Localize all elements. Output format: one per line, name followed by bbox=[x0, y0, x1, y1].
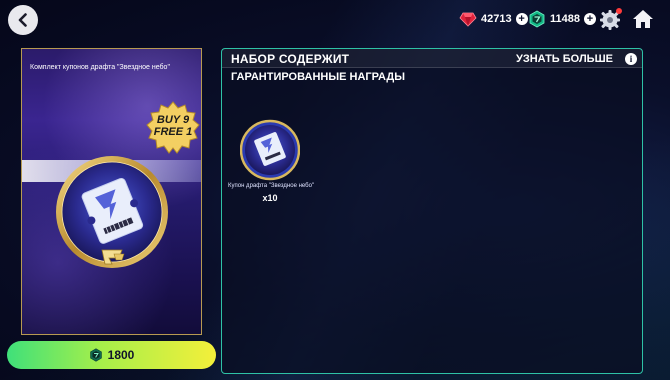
home-icon[interactable] bbox=[632, 8, 654, 30]
points-value: 42713 bbox=[481, 13, 512, 25]
notification-dot bbox=[616, 8, 622, 14]
currency-tokens: 11488 + bbox=[528, 9, 596, 29]
panel-title: НАБОР СОДЕРЖИТ bbox=[231, 52, 350, 66]
tokens-value: 11488 bbox=[550, 13, 580, 25]
info-icon[interactable]: i bbox=[625, 53, 637, 65]
buy-badge-text: BUY 9 FREE 1 bbox=[145, 114, 201, 138]
add-points-button[interactable]: + bbox=[515, 13, 528, 25]
back-button[interactable] bbox=[8, 5, 38, 35]
reward-quantity: x10 bbox=[262, 193, 278, 203]
currency-points: 42713 + bbox=[459, 9, 528, 29]
buy-price: 1800 bbox=[107, 348, 135, 362]
green-ea-gem-icon bbox=[529, 10, 545, 28]
add-tokens-button[interactable]: + bbox=[583, 13, 596, 25]
badge-line-2: FREE 1 bbox=[153, 126, 193, 138]
pack-title: Комплект купонов драфта "Звездное небо" bbox=[30, 64, 170, 71]
contents-panel: НАБОР СОДЕРЖИТ УЗНАТЬ БОЛЬШЕ i ГАРАНТИРО… bbox=[221, 48, 643, 374]
draft-coupon-icon bbox=[240, 119, 300, 181]
reward-item[interactable]: Купон драфта "Звездное небо" x10 bbox=[228, 119, 314, 209]
badge-line-1: BUY 9 bbox=[156, 114, 190, 126]
draft-coupon-medallion-icon bbox=[56, 156, 168, 268]
red-gem-icon bbox=[459, 12, 477, 27]
reward-name: Купон драфта "Звездное небо" bbox=[228, 183, 315, 189]
learn-more-link[interactable]: УЗНАТЬ БОЛЬШЕ bbox=[516, 53, 613, 65]
green-ea-gem-icon bbox=[89, 348, 102, 362]
guaranteed-rewards-header: ГАРАНТИРОВАННЫЕ НАГРАДЫ bbox=[231, 71, 405, 83]
chevron-left-icon bbox=[18, 13, 27, 27]
buy-button[interactable]: 1800 bbox=[7, 341, 216, 369]
